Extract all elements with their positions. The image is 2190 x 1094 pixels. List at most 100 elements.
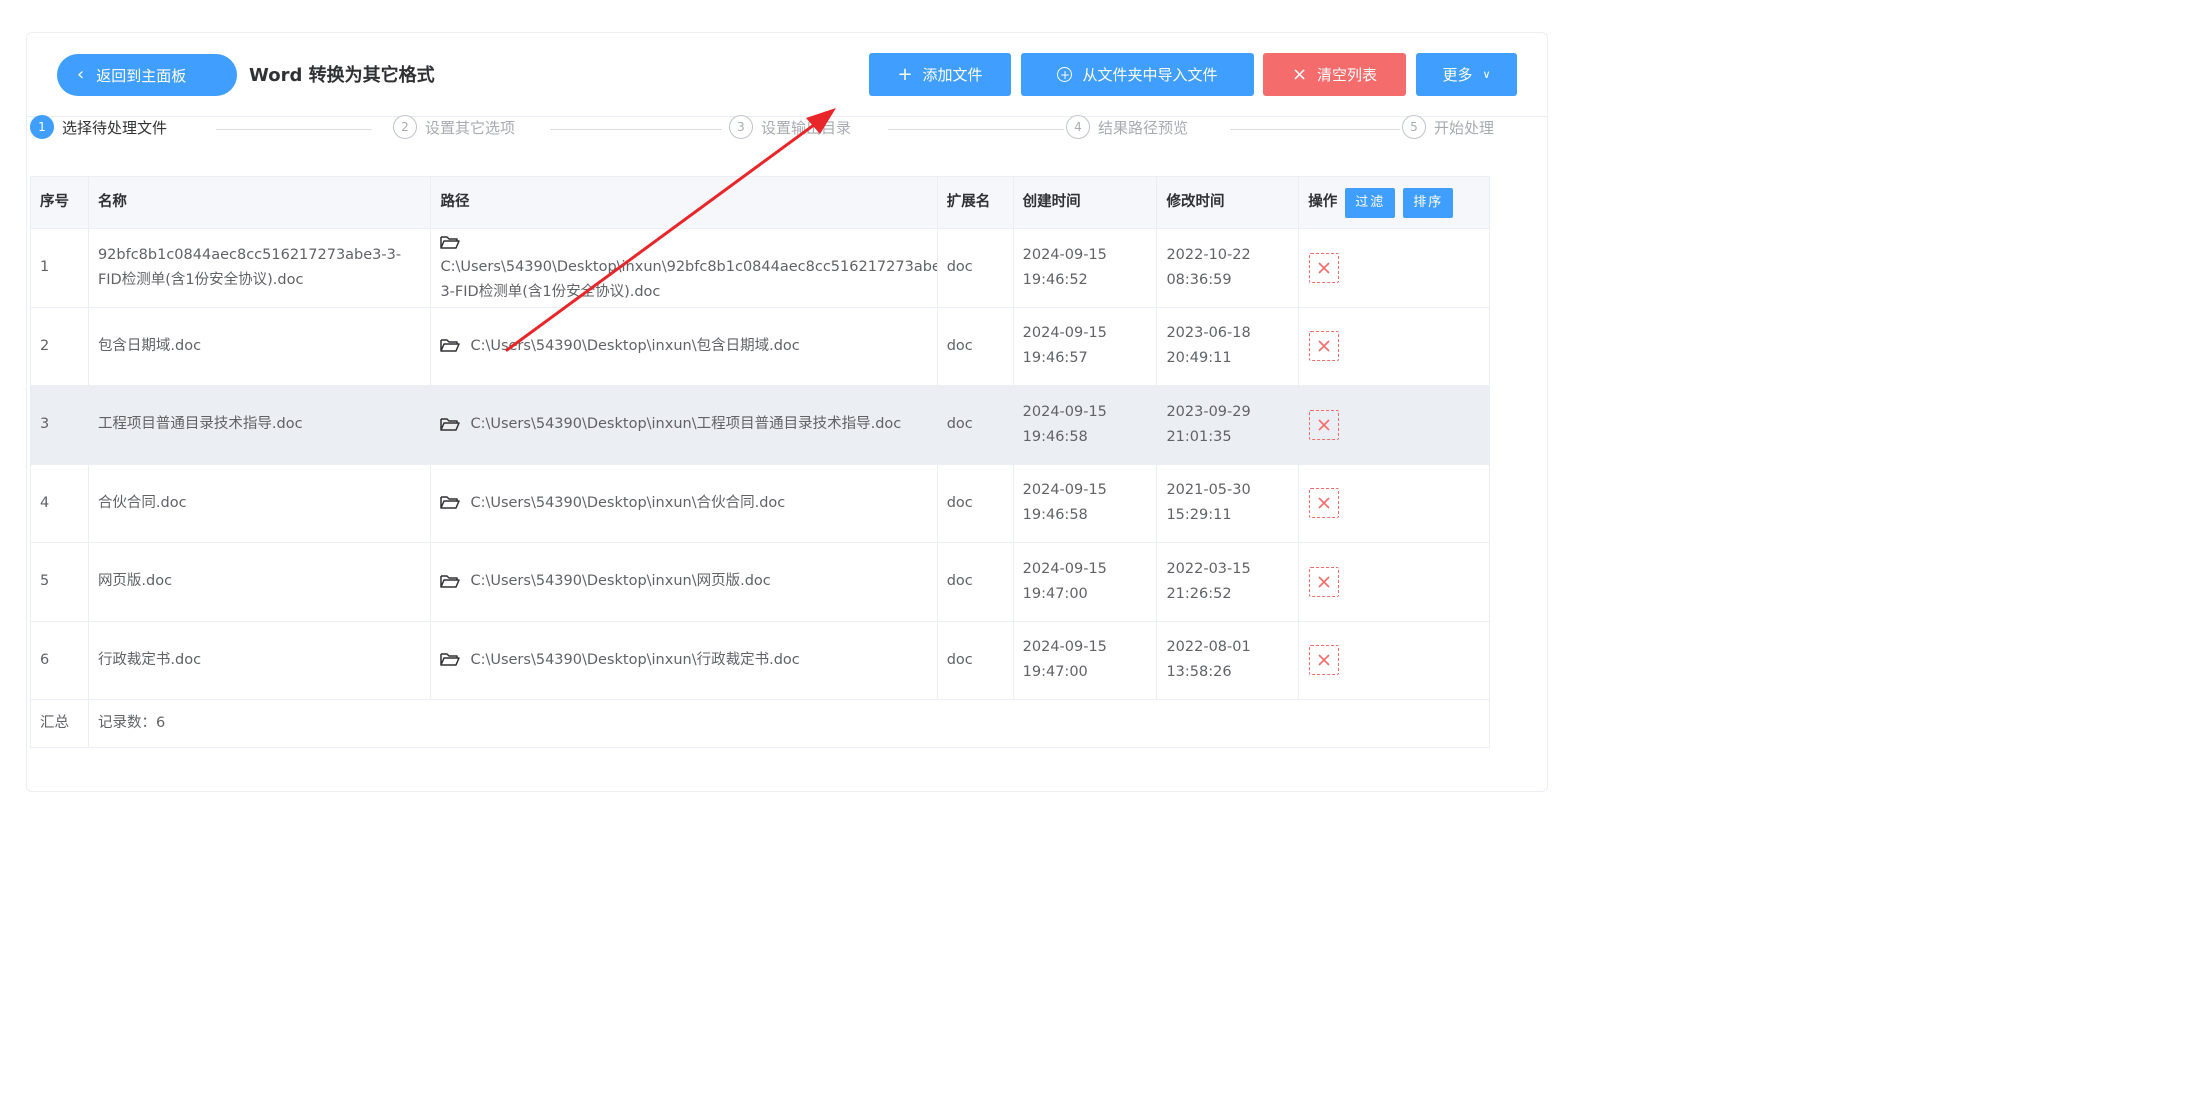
file-table: 序号 名称 路径 扩展名 创建时间 修改时间 操作 过滤 排序 1 92bfc8…: [30, 176, 1490, 748]
table-row[interactable]: 5 网页版.doc C:\Users\54390\Desktop\inxun\网…: [31, 543, 1489, 622]
step-number: 5: [1402, 115, 1426, 139]
file-name: 包含日期域.doc: [89, 307, 432, 385]
row-index: 1: [31, 229, 89, 307]
created-time: 2024-09-15 19:47:00: [1014, 543, 1158, 621]
step-label: 选择待处理文件: [62, 118, 168, 137]
close-icon: [1318, 497, 1330, 509]
step-number: 4: [1066, 115, 1090, 139]
close-icon: [1318, 576, 1330, 588]
step-label: 开始处理: [1434, 118, 1495, 137]
file-path-cell: C:\Users\54390\Desktop\inxun\行政裁定书.doc: [431, 621, 938, 699]
step-indicator: 1 选择待处理文件 2 设置其它选项 3 设置输出目录 4 结果路径预览 5 开…: [30, 115, 1494, 145]
file-name: 工程项目普通目录技术指导.doc: [89, 386, 432, 464]
file-path-cell: C:\Users\54390\Desktop\inxun\网页版.doc: [431, 543, 938, 621]
column-header-actions: 操作 过滤 排序: [1299, 177, 1489, 228]
add-file-label: 添加文件: [922, 66, 983, 84]
step-label: 结果路径预览: [1098, 118, 1189, 137]
plus-circle-icon: +: [1057, 67, 1073, 82]
file-extension: doc: [938, 621, 1014, 699]
modified-time: 2023-06-18 20:49:11: [1157, 307, 1300, 385]
delete-row-button[interactable]: [1309, 488, 1340, 519]
folder-open-icon: [440, 496, 461, 509]
delete-row-button[interactable]: [1309, 409, 1340, 440]
step-2[interactable]: 2 设置其它选项: [393, 115, 515, 139]
plus-icon: +: [897, 63, 913, 85]
clear-list-label: 清空列表: [1317, 66, 1378, 84]
import-folder-label: 从文件夹中导入文件: [1082, 66, 1218, 84]
table-row[interactable]: 3 工程项目普通目录技术指导.doc C:\Users\54390\Deskto…: [31, 386, 1489, 465]
file-path-cell: C:\Users\54390\Desktop\inxun\工程项目普通目录技术指…: [431, 386, 938, 464]
file-path: C:\Users\54390\Desktop\inxun\合伙合同.doc: [470, 494, 786, 511]
column-header-index: 序号: [31, 177, 89, 228]
file-name: 92bfc8b1c0844aec8cc516217273abe3-3-FID检测…: [89, 229, 432, 307]
file-name: 合伙合同.doc: [89, 464, 432, 542]
table-row[interactable]: 4 合伙合同.doc C:\Users\54390\Desktop\inxun\…: [31, 464, 1489, 543]
more-dropdown-button[interactable]: 更多 ∨: [1416, 53, 1517, 96]
table-header-row: 序号 名称 路径 扩展名 创建时间 修改时间 操作 过滤 排序: [31, 177, 1489, 229]
step-number: 2: [393, 115, 417, 139]
created-time: 2024-09-15 19:46:57: [1014, 307, 1158, 385]
step-connector: [550, 129, 722, 130]
modified-time: 2021-05-30 15:29:11: [1157, 464, 1300, 542]
step-connector: [216, 129, 372, 130]
file-path: C:\Users\54390\Desktop\inxun\工程项目普通目录技术指…: [470, 416, 902, 433]
back-button-label: 返回到主面板: [96, 66, 187, 85]
folder-open-icon: [440, 418, 461, 431]
summary-label: 汇总: [31, 700, 89, 747]
modified-time: 2023-09-29 21:01:35: [1157, 386, 1300, 464]
file-path: C:\Users\54390\Desktop\inxun\包含日期域.doc: [470, 337, 800, 354]
file-name: 行政裁定书.doc: [89, 621, 432, 699]
column-header-modified: 修改时间: [1157, 177, 1300, 228]
column-header-created: 创建时间: [1014, 177, 1158, 228]
file-extension: doc: [938, 386, 1014, 464]
delete-row-button[interactable]: [1309, 645, 1340, 676]
file-path: C:\Users\54390\Desktop\inxun\92bfc8b1c08…: [440, 259, 938, 301]
file-extension: doc: [938, 229, 1014, 307]
row-index: 5: [31, 543, 89, 621]
delete-row-button[interactable]: [1309, 566, 1340, 597]
step-label: 设置其它选项: [425, 118, 516, 137]
created-time: 2024-09-15 19:46:52: [1014, 229, 1158, 307]
column-header-extension: 扩展名: [938, 177, 1014, 228]
file-path-cell: C:\Users\54390\Desktop\inxun\92bfc8b1c08…: [431, 229, 938, 307]
modified-time: 2022-10-22 08:36:59: [1157, 229, 1300, 307]
close-icon: [1318, 419, 1330, 431]
modified-time: 2022-08-01 13:58:26: [1157, 621, 1300, 699]
row-index: 2: [31, 307, 89, 385]
chevron-down-icon: ∨: [1482, 68, 1491, 81]
row-actions: [1299, 543, 1489, 621]
clear-list-button[interactable]: × 清空列表: [1263, 53, 1406, 96]
table-row[interactable]: 6 行政裁定书.doc C:\Users\54390\Desktop\inxun…: [31, 621, 1489, 700]
file-path: C:\Users\54390\Desktop\inxun\行政裁定书.doc: [470, 651, 800, 668]
step-4[interactable]: 4 结果路径预览: [1066, 115, 1188, 139]
close-icon: [1318, 262, 1330, 274]
table-row[interactable]: 1 92bfc8b1c0844aec8cc516217273abe3-3-FID…: [31, 229, 1489, 308]
table-row[interactable]: 2 包含日期域.doc C:\Users\54390\Desktop\inxun…: [31, 307, 1489, 386]
sort-button[interactable]: 排序: [1403, 187, 1454, 218]
page-title: Word 转换为其它格式: [249, 65, 435, 86]
delete-row-button[interactable]: [1309, 252, 1340, 283]
add-file-button[interactable]: + 添加文件: [869, 53, 1011, 96]
actions-label: 操作: [1308, 194, 1338, 210]
file-path-cell: C:\Users\54390\Desktop\inxun\包含日期域.doc: [431, 307, 938, 385]
delete-row-button[interactable]: [1309, 331, 1340, 362]
step-number: 3: [729, 115, 753, 139]
step-connector: [888, 129, 1064, 130]
step-5[interactable]: 5 开始处理: [1402, 115, 1494, 139]
filter-button[interactable]: 过滤: [1345, 187, 1396, 218]
close-icon: [1318, 654, 1330, 666]
file-extension: doc: [938, 543, 1014, 621]
row-actions: [1299, 622, 1489, 700]
created-time: 2024-09-15 19:46:58: [1014, 386, 1158, 464]
row-index: 3: [31, 386, 89, 464]
back-to-dashboard-button[interactable]: ‹ 返回到主面板: [57, 54, 237, 96]
file-path-cell: C:\Users\54390\Desktop\inxun\合伙合同.doc: [431, 464, 938, 542]
import-folder-button[interactable]: + 从文件夹中导入文件: [1021, 53, 1254, 96]
table-summary-row: 汇总 记录数：6: [31, 700, 1489, 748]
file-path: C:\Users\54390\Desktop\inxun\网页版.doc: [470, 573, 771, 590]
step-connector: [1230, 129, 1400, 130]
row-index: 4: [31, 464, 89, 542]
step-label: 设置输出目录: [761, 118, 852, 137]
step-3[interactable]: 3 设置输出目录: [729, 115, 851, 139]
step-1[interactable]: 1 选择待处理文件: [30, 115, 167, 139]
